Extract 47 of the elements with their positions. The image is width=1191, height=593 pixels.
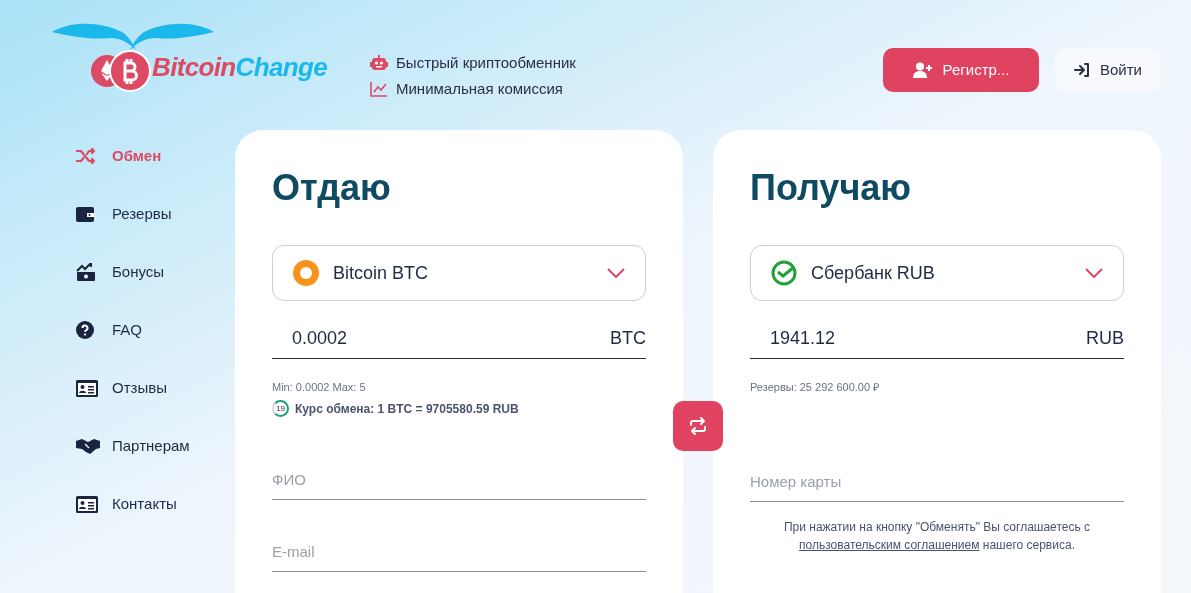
id-card-icon (76, 495, 98, 513)
chevron-down-icon (607, 268, 625, 278)
bank-logo-icon (771, 260, 797, 286)
swap-icon (688, 416, 708, 436)
agreement-text: При нажатии на кнопку "Обменять" Вы соглашаетесь с пользовательским соглашением нашего сервиса. (782, 518, 1092, 554)
feature-text: Минимальная комиссия (396, 78, 563, 99)
sidebar-item[interactable]: Бонусы (76, 243, 235, 301)
input-field[interactable]: E-mail (272, 531, 646, 572)
add-user-icon (912, 62, 933, 78)
sidebar-item[interactable]: Отзывы (76, 359, 235, 417)
register-button[interactable]: Регистр... (883, 48, 1039, 92)
robot-icon (370, 55, 388, 72)
currency-code: BTC (610, 327, 646, 350)
exchange-rate: Курс обмена: 1 BTC = 9705580.59 RUB (295, 400, 519, 418)
currency-code: RUB (1086, 327, 1124, 350)
id-card-icon (76, 379, 98, 397)
feature-text: Быстрый криптообменник (396, 53, 576, 73)
chevron-down-icon (1085, 268, 1103, 278)
countdown-timer: 19 (272, 400, 289, 417)
money-growth-icon (76, 263, 96, 281)
input-field[interactable]: Номер карты (750, 461, 1124, 502)
shuffle-icon (76, 148, 96, 164)
sidebar-item[interactable]: Резервы (76, 185, 235, 243)
input-field[interactable]: ФИО (272, 459, 646, 500)
section-title: Отдаю (272, 168, 392, 208)
currency-select[interactable]: Сбербанк RUB (750, 245, 1124, 301)
chart-icon (370, 80, 388, 97)
sidebar-item[interactable]: Партнерам (76, 417, 235, 475)
sidebar-item[interactable]: FAQ (76, 301, 235, 359)
section-title: Получаю (750, 168, 913, 208)
wallet-icon (76, 206, 94, 222)
amount-field[interactable]: 0.0002 BTC (272, 319, 646, 359)
handshake-icon (76, 438, 100, 454)
help-icon (76, 321, 94, 339)
limits-text: Min: 0.0002 Max: 5 (272, 380, 367, 395)
login-icon (1074, 63, 1090, 77)
agreement-link[interactable]: пользовательским соглашением (799, 537, 980, 552)
logo-text: Change (235, 54, 327, 80)
login-button[interactable]: Войти (1055, 48, 1161, 92)
logo-text: Bitcoin (152, 54, 236, 80)
sidebar-item[interactable]: Контакты (76, 475, 235, 533)
bitcoin-icon (122, 58, 138, 84)
currency-select[interactable]: Bitcoin BTC (272, 245, 646, 301)
coin-icon (293, 260, 319, 286)
reserve-text: Резервы: 25 292 600.00 ₽ (750, 380, 881, 395)
swap-button[interactable] (673, 401, 723, 451)
amount-field[interactable]: 1941.12 RUB (750, 319, 1124, 359)
